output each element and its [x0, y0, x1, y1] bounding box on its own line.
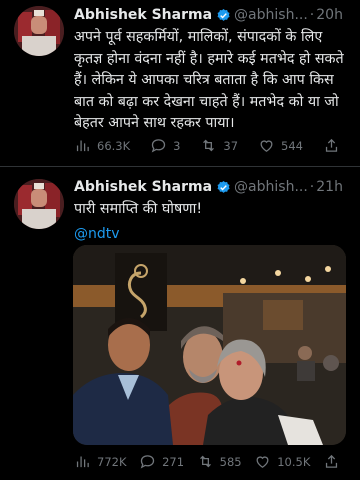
separator-dot: · — [309, 7, 315, 23]
tweet-text: पारी समाप्ति की घोषणा! — [74, 201, 203, 217]
retweet-button[interactable]: 37 — [200, 137, 238, 154]
retweet-icon — [199, 455, 211, 468]
reply-button[interactable]: 3 — [150, 137, 180, 154]
retweet-count: 37 — [223, 138, 239, 153]
retweet-icon — [203, 139, 215, 152]
reply-icon — [151, 139, 166, 153]
author-handle[interactable]: @abhish... — [234, 179, 308, 195]
tweet-timestamp[interactable]: 20h — [316, 7, 343, 23]
tweet[interactable]: Abhishek Sharma @abhish... · 20h अपने पू… — [0, 0, 360, 166]
verified-badge-icon — [217, 8, 230, 21]
tweet-actions: 66.3K 3 37 544 — [74, 137, 340, 154]
tweet-text: अपने पूर्व सहकर्मियों, मालिकों, संपादकों… — [74, 29, 344, 131]
retweet-button[interactable]: 585 — [197, 453, 242, 470]
views-button[interactable]: 66.3K — [74, 137, 130, 154]
author-handle[interactable]: @abhish... — [234, 7, 308, 23]
views-button[interactable]: 772K — [74, 453, 127, 470]
author-name[interactable]: Abhishek Sharma — [74, 7, 212, 23]
mention-link[interactable]: @ndtv — [74, 223, 350, 245]
views-count: 66.3K — [97, 138, 131, 153]
tweet-timestamp[interactable]: 21h — [316, 179, 343, 195]
avatar[interactable] — [14, 179, 64, 229]
share-icon — [325, 454, 338, 468]
tweet-header: Abhishek Sharma @abhish... · 21h — [74, 176, 350, 198]
author-name[interactable]: Abhishek Sharma — [74, 179, 212, 195]
tweet-actions: 772K 271 585 10.5K — [74, 453, 340, 470]
like-icon — [256, 456, 269, 468]
verified-badge-icon — [217, 180, 230, 193]
tweet-feed: Abhishek Sharma @abhish... · 20h अपने पू… — [0, 0, 360, 480]
reply-count: 3 — [173, 138, 181, 153]
tweet-header: Abhishek Sharma @abhish... · 20h — [74, 4, 350, 26]
share-button[interactable] — [323, 137, 340, 154]
views-icon — [76, 456, 89, 468]
tweet[interactable]: Abhishek Sharma @abhish... · 21h पारी सम… — [0, 167, 360, 480]
reply-button[interactable]: 271 — [139, 453, 184, 470]
reply-count: 271 — [162, 454, 185, 469]
like-button[interactable]: 544 — [258, 137, 303, 154]
views-count: 772K — [97, 454, 127, 469]
share-icon — [325, 138, 338, 152]
like-count: 544 — [281, 138, 303, 153]
share-button[interactable] — [323, 453, 340, 470]
like-button[interactable]: 10.5K — [254, 453, 310, 470]
views-icon — [76, 140, 89, 152]
reply-icon — [140, 455, 155, 469]
tweet-photo[interactable] — [73, 245, 346, 445]
like-icon — [260, 140, 273, 152]
retweet-count: 585 — [219, 454, 242, 469]
separator-dot: · — [309, 179, 315, 195]
avatar[interactable] — [14, 6, 64, 56]
like-count: 10.5K — [277, 454, 311, 469]
